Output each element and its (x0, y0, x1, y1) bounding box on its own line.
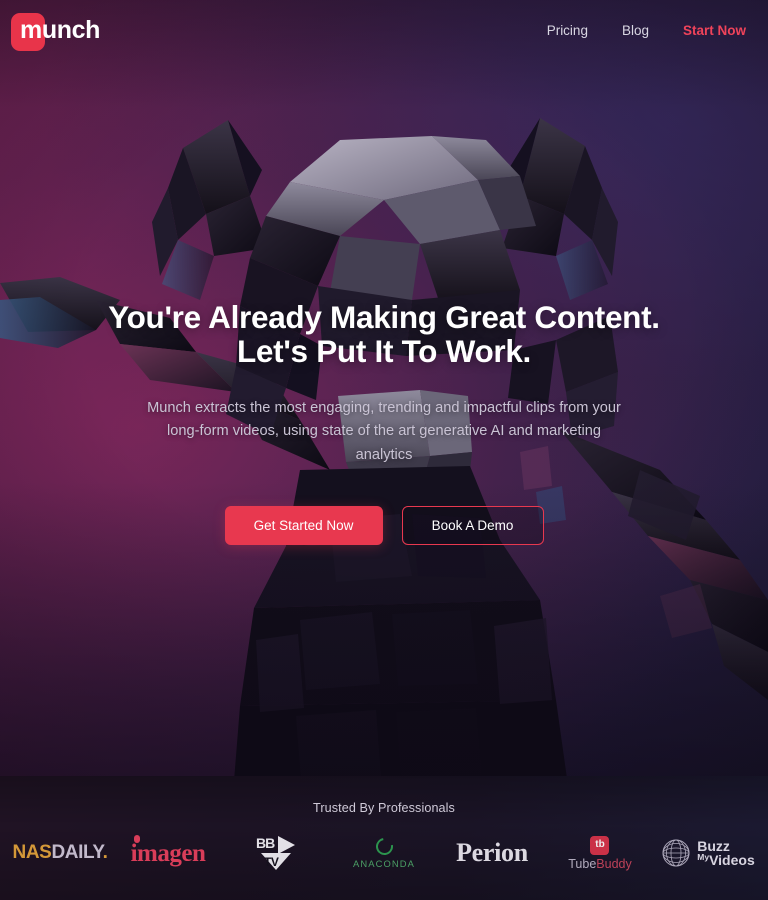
tubebuddy-wordmark: TubeBuddy (568, 858, 631, 871)
anaconda-ring-icon (372, 834, 396, 858)
anaconda-lockup: ANACONDA (353, 834, 415, 869)
nav-links: Pricing Blog Start Now (547, 23, 746, 38)
imagen-wordmark: imagen (130, 834, 206, 867)
hero-subheading: Munch extracts the most engaging, trendi… (147, 400, 621, 463)
nav-link-blog[interactable]: Blog (622, 23, 649, 38)
svg-text:TV: TV (264, 855, 279, 869)
nasdaily-nas-text: NAS (12, 842, 52, 863)
nasdaily-dot-text: . (102, 842, 108, 863)
nasdaily-daily-text: DAILY (51, 842, 103, 863)
partner-logo-perion[interactable]: Perion (438, 828, 546, 878)
partner-logo-nasdaily[interactable]: NASDAILY. (6, 828, 114, 878)
trusted-by-title: Trusted By Professionals (313, 801, 455, 815)
page-title: You're Already Making Great Content. Let… (40, 300, 728, 368)
partner-logo-buzzmyvideos[interactable]: Buzz MyVideos (654, 828, 762, 878)
myvideos-text: MyVideos (697, 853, 754, 867)
imagen-dot-icon (133, 834, 140, 843)
get-started-button[interactable]: Get Started Now (224, 506, 383, 546)
partner-logo-imagen[interactable]: imagen (114, 828, 222, 878)
globe-icon (662, 839, 690, 867)
hero-content: You're Already Making Great Content. Let… (0, 300, 768, 546)
partner-logo-bbtv[interactable]: BB TV (222, 828, 330, 878)
brand-logo[interactable]: munch (8, 8, 100, 52)
tubebuddy-lockup: tb TubeBuddy (568, 835, 632, 871)
headline-line-1: You're Already Making Great Content. (108, 299, 660, 335)
nav-link-start-now[interactable]: Start Now (683, 23, 746, 38)
anaconda-text: ANACONDA (353, 857, 415, 869)
navbar: munch Pricing Blog Start Now (0, 0, 768, 60)
book-demo-button[interactable]: Book A Demo (401, 506, 544, 546)
hero-cta-row: Get Started Now Book A Demo (40, 506, 728, 546)
nav-link-pricing[interactable]: Pricing (547, 23, 588, 38)
partner-logo-row: NASDAILY. imagen BB TV ANACONDA Perion t… (0, 828, 768, 878)
tubebuddy-badge-icon: tb (590, 835, 610, 855)
perion-wordmark: Perion (456, 838, 528, 867)
nasdaily-wordmark: NASDAILY. (13, 842, 108, 864)
trusted-by-section: Trusted By Professionals NASDAILY. image… (0, 776, 768, 900)
partner-logo-anaconda[interactable]: ANACONDA (330, 828, 438, 878)
videos-text: Videos (709, 852, 755, 868)
tubebuddy-buddy-text: Buddy (596, 856, 632, 871)
headline-line-2: Let's Put It To Work. (236, 333, 532, 370)
imagen-text: imagen (130, 839, 206, 867)
buzzmyvideos-wordmark: Buzz MyVideos (697, 839, 754, 867)
logo-text: munch (20, 15, 100, 44)
partner-logo-tubebuddy[interactable]: tb TubeBuddy (546, 828, 654, 878)
buzz-text: Buzz (697, 838, 730, 854)
bbtv-mark-icon: BB TV (255, 834, 297, 872)
landing-page: munch Pricing Blog Start Now You're Alre… (0, 0, 768, 900)
buzzmyvideos-lockup: Buzz MyVideos (661, 838, 755, 868)
svg-text:BB: BB (256, 835, 275, 851)
tubebuddy-tube-text: Tube (568, 856, 597, 871)
my-text: My (697, 852, 710, 862)
